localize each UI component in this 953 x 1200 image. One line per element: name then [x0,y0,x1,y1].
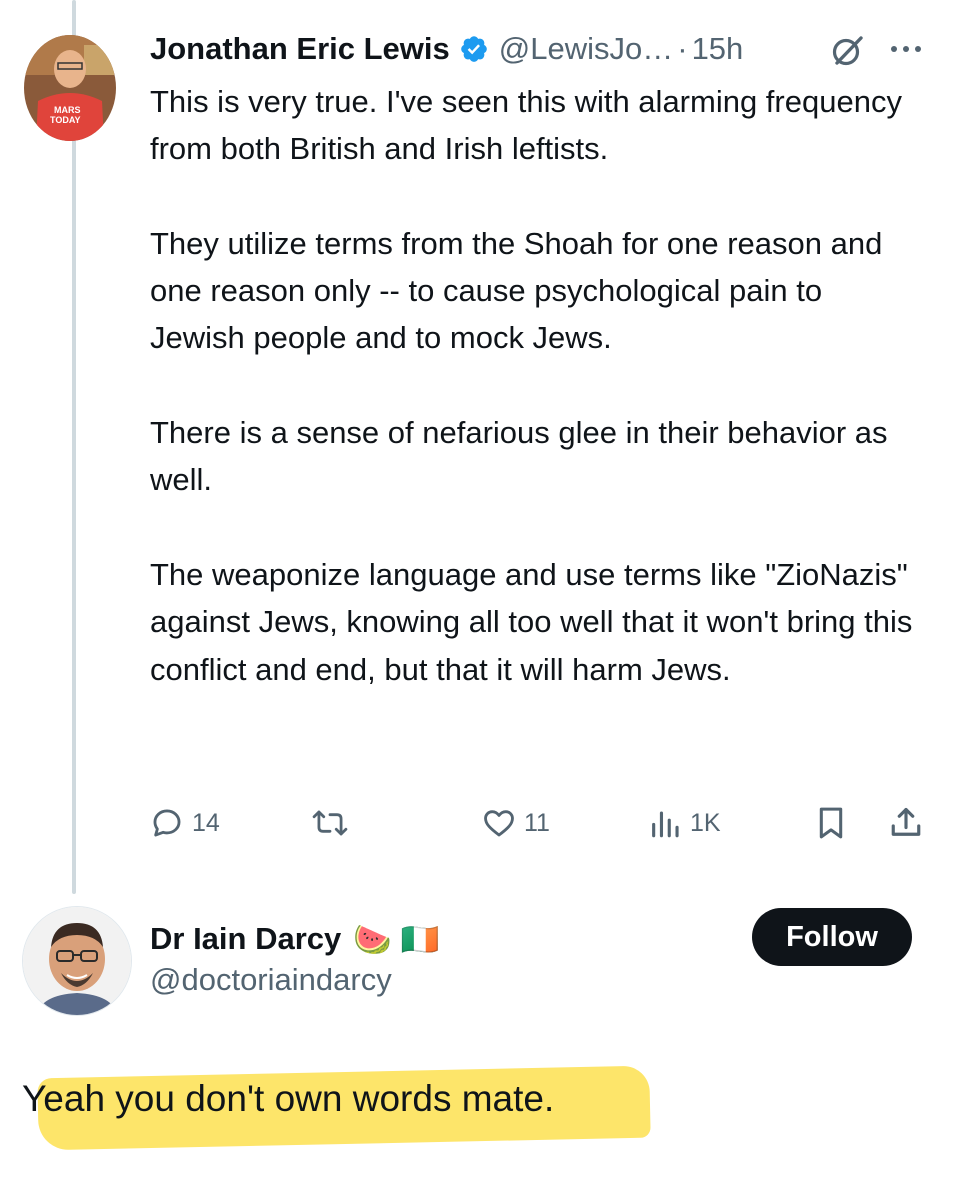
tweet-paragraph: The weaponize language and use terms lik… [150,556,913,687]
svg-text:MARS: MARS [54,105,81,115]
reply-tweet-text: Yeah you don't own words mate. [22,1078,555,1119]
reply-author-row: Dr Iain Darcy 🍉 🇮🇪 [150,914,439,964]
like-count: 11 [524,808,550,837]
follow-button[interactable]: Follow [752,908,912,966]
reply-count: 14 [192,808,220,837]
author-handle[interactable]: @LewisJo… [499,31,673,67]
retweet-button[interactable] [312,800,356,846]
retweet-icon [312,806,348,840]
bookmark-icon [814,805,848,841]
views-icon [648,806,682,840]
views-button[interactable]: 1K [648,800,721,846]
tweet-actions: 14 11 1K [150,800,930,846]
grok-icon[interactable] [829,33,865,69]
tweet-text: This is very true. I've seen this with a… [150,78,920,693]
author-name[interactable]: Jonathan Eric Lewis [150,31,450,67]
share-button[interactable] [888,800,924,846]
like-button[interactable]: 11 [482,800,550,846]
svg-text:TODAY: TODAY [50,115,81,125]
reply-button[interactable]: 14 [150,800,220,846]
avatar-jonathan[interactable]: MARS TODAY [24,35,116,141]
bookmark-button[interactable] [814,800,848,846]
verified-badge-icon [459,34,489,64]
views-count: 1K [690,808,721,837]
author-emojis: 🍉 🇮🇪 [353,921,440,957]
tweet-paragraph: They utilize terms from the Shoah for on… [150,225,883,356]
tweet-paragraph: This is very true. I've seen this with a… [150,84,902,167]
reply-author-name[interactable]: Dr Iain Darcy [150,921,341,957]
dot-separator: · [677,31,688,66]
timestamp[interactable]: 15h [692,31,744,67]
tweet-header: Jonathan Eric Lewis @LewisJo… · 15h [150,27,743,71]
reply-author-handle[interactable]: @doctoriaindarcy [150,962,392,998]
avatar-iain[interactable] [22,906,132,1016]
more-icon[interactable] [888,42,928,54]
share-icon [888,805,924,841]
like-icon [482,806,516,840]
tweet-paragraph: There is a sense of nefarious glee in th… [150,415,888,498]
reply-icon [150,806,184,840]
